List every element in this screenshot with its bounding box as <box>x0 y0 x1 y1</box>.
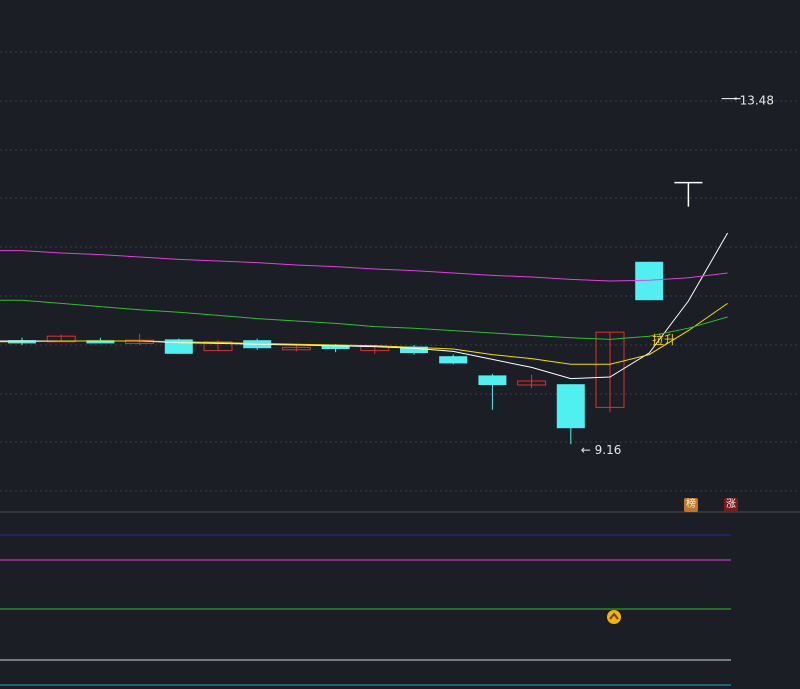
candlestick-chart: ← 9.16 13.48 拉升 <box>0 0 800 689</box>
signal-label: 拉升 <box>652 332 676 347</box>
candle-body <box>556 384 585 429</box>
candle-body <box>478 375 507 385</box>
high-price-label: 13.48 <box>740 94 774 108</box>
candle-body <box>439 356 468 364</box>
low-price-label: ← 9.16 <box>581 443 622 457</box>
badge-bang[interactable]: 榜 <box>684 498 698 512</box>
candle-body <box>635 261 664 301</box>
chevron-up-icon <box>607 610 621 624</box>
badge-zhang[interactable]: 涨 <box>724 498 738 512</box>
